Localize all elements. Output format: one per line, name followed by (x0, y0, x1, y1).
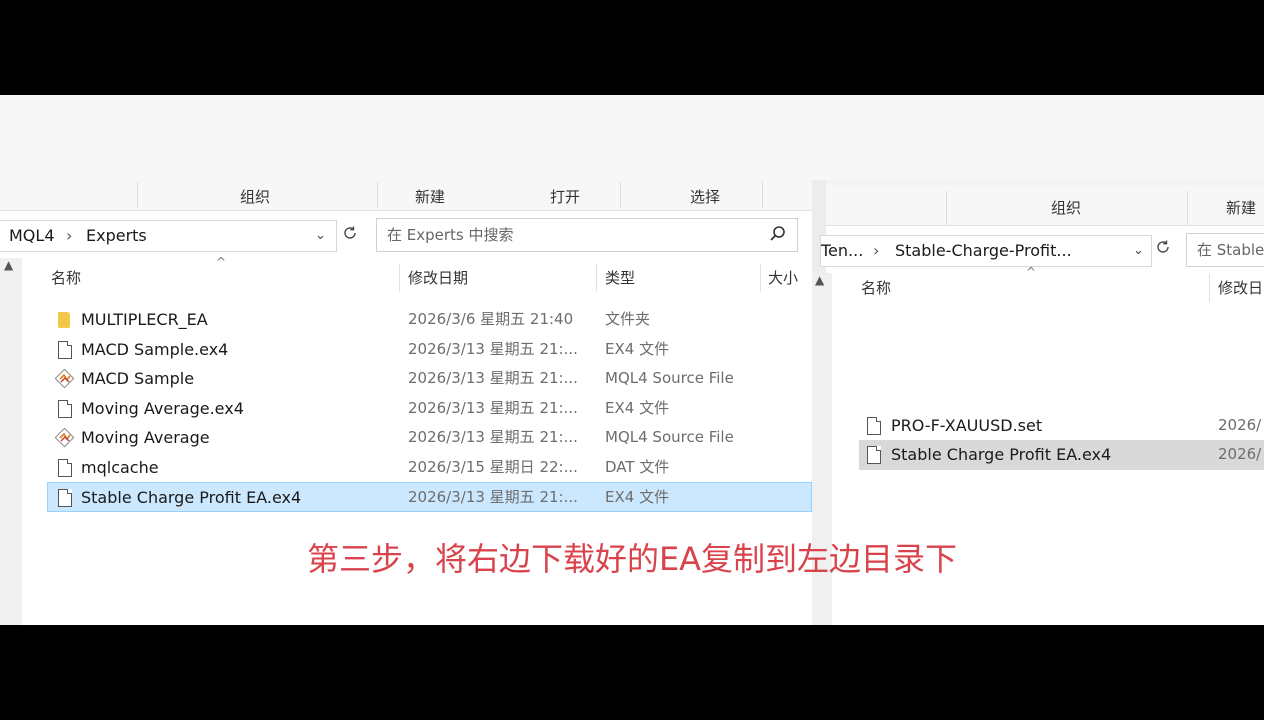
file-date: 2026/ (1218, 445, 1262, 463)
file-row[interactable]: PRO-F-XAUUSD.set 2026/ (859, 411, 1264, 440)
column-date[interactable]: 修改日 (1218, 274, 1263, 302)
breadcrumb-ten[interactable]: Ten... (821, 236, 863, 266)
ribbon-bar-right: 组织 新建 (826, 185, 1264, 226)
scroll-up-icon[interactable]: ▲ (4, 258, 13, 272)
file-name: MACD Sample (81, 369, 195, 388)
file-row-selected[interactable]: Stable Charge Profit EA.ex4 2026/ (859, 440, 1264, 470)
ribbon-select[interactable]: 选择 (660, 180, 750, 210)
address-bar[interactable]: Ten... › Stable-Charge-Profit... ⌄ (820, 235, 1152, 267)
file-date: 2026/3/13 星期五 21:... (408, 428, 578, 446)
file-row[interactable]: Moving Average 2026/3/13 星期五 21:... MQL4… (48, 423, 812, 452)
refresh-icon[interactable] (341, 224, 359, 246)
file-icon (867, 417, 881, 435)
search-box[interactable]: 在 Stable (1186, 233, 1264, 267)
chevron-down-icon[interactable]: ⌄ (315, 221, 326, 251)
breadcrumb-mql4[interactable]: MQL4 (9, 221, 55, 251)
file-name: Stable Charge Profit EA.ex4 (891, 445, 1112, 464)
file-icon (58, 400, 72, 418)
file-type: EX4 文件 (605, 488, 670, 506)
ribbon-organize[interactable]: 组织 (1016, 185, 1116, 225)
column-name[interactable]: 名称 (51, 264, 81, 292)
tutorial-caption: 第三步，将右边下载好的EA复制到左边目录下 (306, 540, 958, 578)
file-row[interactable]: MACD Sample.ex4 2026/3/13 星期五 21:... EX4… (48, 335, 812, 364)
refresh-icon[interactable] (1154, 238, 1172, 260)
breadcrumb-experts[interactable]: Experts (86, 221, 147, 251)
column-name[interactable]: 名称 (861, 274, 891, 302)
top-band (0, 95, 1264, 180)
file-row[interactable]: Moving Average.ex4 2026/3/13 星期五 21:... … (48, 394, 812, 423)
ribbon-new[interactable]: 新建 (385, 180, 475, 210)
file-row[interactable]: mqlcache 2026/3/15 星期日 22:... DAT 文件 (48, 453, 812, 482)
sort-up-icon: ^ (1026, 265, 1037, 279)
mql-source-icon (54, 427, 75, 448)
search-box[interactable]: 在 Experts 中搜索 (376, 218, 798, 252)
column-size[interactable]: 大小 (768, 264, 798, 292)
file-date: 2026/3/6 星期五 21:40 (408, 310, 574, 328)
file-type: 文件夹 (605, 310, 651, 328)
file-icon (58, 489, 72, 507)
chevron-right-icon: › (66, 226, 73, 245)
file-icon (58, 459, 72, 477)
file-name: MACD Sample.ex4 (81, 340, 229, 359)
file-row[interactable]: MACD Sample 2026/3/13 星期五 21:... MQL4 So… (48, 364, 812, 393)
search-placeholder: 在 Stable (1197, 241, 1264, 259)
file-date: 2026/3/13 星期五 21:... (408, 399, 578, 417)
search-placeholder: 在 Experts 中搜索 (387, 226, 514, 244)
file-icon (58, 341, 72, 359)
file-type: DAT 文件 (605, 458, 670, 476)
file-name: Moving Average (81, 428, 210, 447)
folder-icon (58, 312, 70, 328)
file-type: EX4 文件 (605, 399, 670, 417)
ribbon-new[interactable]: 新建 (1206, 185, 1264, 225)
column-date[interactable]: 修改日期 (408, 264, 468, 292)
file-date: 2026/ (1218, 416, 1262, 434)
breadcrumb-stable[interactable]: Stable-Charge-Profit... (895, 236, 1072, 266)
file-date: 2026/3/13 星期五 21:... (408, 340, 578, 358)
search-icon[interactable] (769, 225, 787, 247)
file-icon (867, 446, 881, 464)
file-date: 2026/3/13 星期五 21:... (408, 488, 578, 506)
sort-up-icon: ^ (216, 255, 227, 269)
file-date: 2026/3/15 星期日 22:... (408, 458, 578, 476)
file-type: EX4 文件 (605, 340, 670, 358)
scroll-up-icon[interactable]: ▲ (815, 273, 824, 287)
file-date: 2026/3/13 星期五 21:... (408, 369, 578, 387)
column-type[interactable]: 类型 (605, 264, 635, 292)
file-type: MQL4 Source File (605, 428, 734, 446)
chevron-right-icon: › (873, 241, 880, 260)
address-bar[interactable]: MQL4 › Experts ⌄ (0, 220, 337, 252)
chevron-down-icon[interactable]: ⌄ (1133, 236, 1144, 266)
file-name: mqlcache (81, 458, 159, 477)
mql-source-icon (54, 368, 75, 389)
file-type: MQL4 Source File (605, 369, 734, 387)
file-name: Stable Charge Profit EA.ex4 (81, 488, 302, 507)
file-row[interactable]: MULTIPLECR_EA 2026/3/6 星期五 21:40 文件夹 (48, 305, 812, 334)
file-name: MULTIPLECR_EA (81, 310, 208, 329)
file-name: PRO-F-XAUUSD.set (891, 416, 1043, 435)
ribbon-bar: 组织 新建 打开 选择 (0, 180, 812, 211)
ribbon-organize[interactable]: 组织 (175, 180, 335, 210)
ribbon-open[interactable]: 打开 (520, 180, 610, 210)
file-name: Moving Average.ex4 (81, 399, 244, 418)
file-row-selected[interactable]: Stable Charge Profit EA.ex4 2026/3/13 星期… (47, 482, 812, 512)
